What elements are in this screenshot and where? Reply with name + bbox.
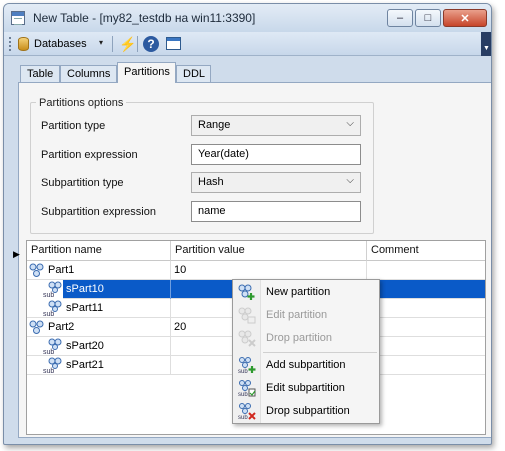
cell-partition-name[interactable]: Part2 [45, 318, 171, 337]
subpartition-type-select[interactable]: Hash ⌵ [191, 172, 361, 193]
cell-comment[interactable] [367, 280, 485, 299]
menu-item-add-subpartition[interactable]: sub Add subpartition [233, 354, 379, 377]
maximize-button[interactable]: □ [415, 9, 441, 27]
partition-icon [29, 320, 44, 334]
menu-item-edit-partition[interactable]: Edit partition [233, 304, 379, 327]
drop-subpartition-icon: sub [238, 403, 256, 420]
menu-item-label: Edit subpartition [266, 382, 345, 394]
drop-partition-icon [238, 330, 256, 347]
sub-label: sub [43, 349, 55, 356]
window-title: New Table - [my82_testdb на win11:3390] [33, 11, 256, 25]
add-subpartition-icon: sub [238, 357, 256, 374]
cell-partition-name[interactable]: sPart10 [63, 280, 171, 299]
column-header-partition-value[interactable]: Partition value [171, 241, 367, 261]
cell-comment[interactable] [367, 299, 485, 318]
cell-partition-name[interactable]: sPart21 [63, 356, 171, 375]
menu-item-label: Drop partition [266, 332, 333, 344]
partition-expression-value: Year(date) [198, 148, 249, 160]
cell-partition-name[interactable]: sPart20 [63, 337, 171, 356]
databases-button[interactable]: Databases [34, 38, 87, 50]
tab-columns[interactable]: Columns [60, 65, 117, 83]
subpartition-expression-label: Subpartition expression [41, 206, 156, 218]
partition-type-value: Range [198, 119, 231, 131]
subpartition-type-label: Subpartition type [41, 177, 124, 189]
menu-item-new-partition[interactable]: New partition [233, 281, 379, 304]
close-button[interactable]: ✕ [443, 9, 487, 27]
cell-comment[interactable] [367, 261, 485, 280]
partition-expression-input[interactable]: Year(date) [191, 144, 361, 165]
svg-text:sub: sub [238, 415, 248, 420]
menu-item-label: New partition [266, 286, 331, 298]
new-partition-icon [238, 284, 255, 300]
row-indicator-icon: ▶ [13, 249, 20, 259]
partition-icon [29, 263, 44, 277]
cell-comment[interactable] [367, 318, 485, 337]
cell-partition-name[interactable]: Part1 [45, 261, 171, 280]
column-header-comment[interactable]: Comment [367, 241, 485, 261]
chevron-down-icon[interactable]: ▾ [99, 38, 103, 47]
toolbar-grip-icon[interactable] [9, 37, 12, 51]
svg-text:sub: sub [238, 392, 248, 397]
group-title: Partitions options [36, 97, 127, 109]
tab-table[interactable]: Table [20, 65, 60, 83]
toolbar: Databases ▾ ⚡ ? ▼ [4, 32, 491, 56]
maximize-icon: □ [424, 12, 432, 24]
partition-type-label: Partition type [41, 120, 106, 132]
table-app-icon [11, 11, 25, 25]
chevron-down-icon: ⌵ [346, 118, 354, 129]
edit-partition-icon [238, 307, 256, 324]
menu-item-label: Add subpartition [266, 359, 346, 371]
subpartition-type-value: Hash [198, 176, 224, 188]
cell-comment[interactable] [367, 337, 485, 356]
toolbar-overflow-button[interactable]: ▼ [481, 32, 491, 56]
title-bar[interactable]: New Table - [my82_testdb на win11:3390] … [4, 4, 491, 32]
subpartition-expression-value: name [198, 205, 226, 217]
sub-label: sub [43, 368, 55, 375]
tab-ddl[interactable]: DDL [176, 65, 211, 83]
database-icon[interactable] [18, 37, 29, 51]
svg-text:sub: sub [238, 369, 248, 374]
close-icon: ✕ [460, 12, 470, 25]
grid-header: Partition name Partition value Comment [27, 241, 485, 261]
menu-item-drop-partition[interactable]: Drop partition [233, 327, 379, 350]
overflow-chevron-icon: ▼ [483, 45, 490, 52]
subpartition-icon: sub [43, 357, 63, 375]
partition-type-select[interactable]: Range ⌵ [191, 115, 361, 136]
compile-bolt-icon[interactable]: ⚡ [119, 36, 136, 53]
toolbar-separator [112, 36, 113, 52]
tab-partitions[interactable]: Partitions [117, 62, 176, 83]
cell-comment[interactable] [367, 356, 485, 375]
subpartition-icon: sub [43, 338, 63, 356]
subpartition-icon: sub [43, 300, 63, 318]
sub-label: sub [43, 311, 55, 318]
edit-subpartition-icon: sub [238, 380, 256, 397]
cell-partition-name[interactable]: sPart11 [63, 299, 171, 318]
subpartition-icon: sub [43, 281, 63, 299]
menu-item-label: Drop subpartition [266, 405, 350, 417]
chevron-down-icon: ⌵ [346, 175, 354, 186]
menu-separator [263, 352, 377, 353]
menu-item-drop-subpartition[interactable]: sub Drop subpartition [233, 400, 379, 423]
column-header-partition-name[interactable]: Partition name [27, 241, 171, 261]
cell-partition-value[interactable]: 10 [171, 261, 367, 280]
help-icon[interactable]: ? [143, 36, 159, 52]
subpartition-expression-input[interactable]: name [191, 201, 361, 222]
toolbar-separator [137, 36, 138, 52]
sub-label: sub [43, 292, 55, 299]
menu-item-edit-subpartition[interactable]: sub Edit subpartition [233, 377, 379, 400]
window-list-icon[interactable] [166, 37, 181, 50]
partition-expression-label: Partition expression [41, 149, 138, 161]
context-menu: New partition Edit partition Drop partit… [232, 279, 380, 424]
minimize-icon: – [396, 12, 404, 24]
minimize-button[interactable]: – [387, 9, 413, 27]
menu-item-label: Edit partition [266, 309, 328, 321]
table-row[interactable]: Part1 10 [27, 261, 485, 280]
